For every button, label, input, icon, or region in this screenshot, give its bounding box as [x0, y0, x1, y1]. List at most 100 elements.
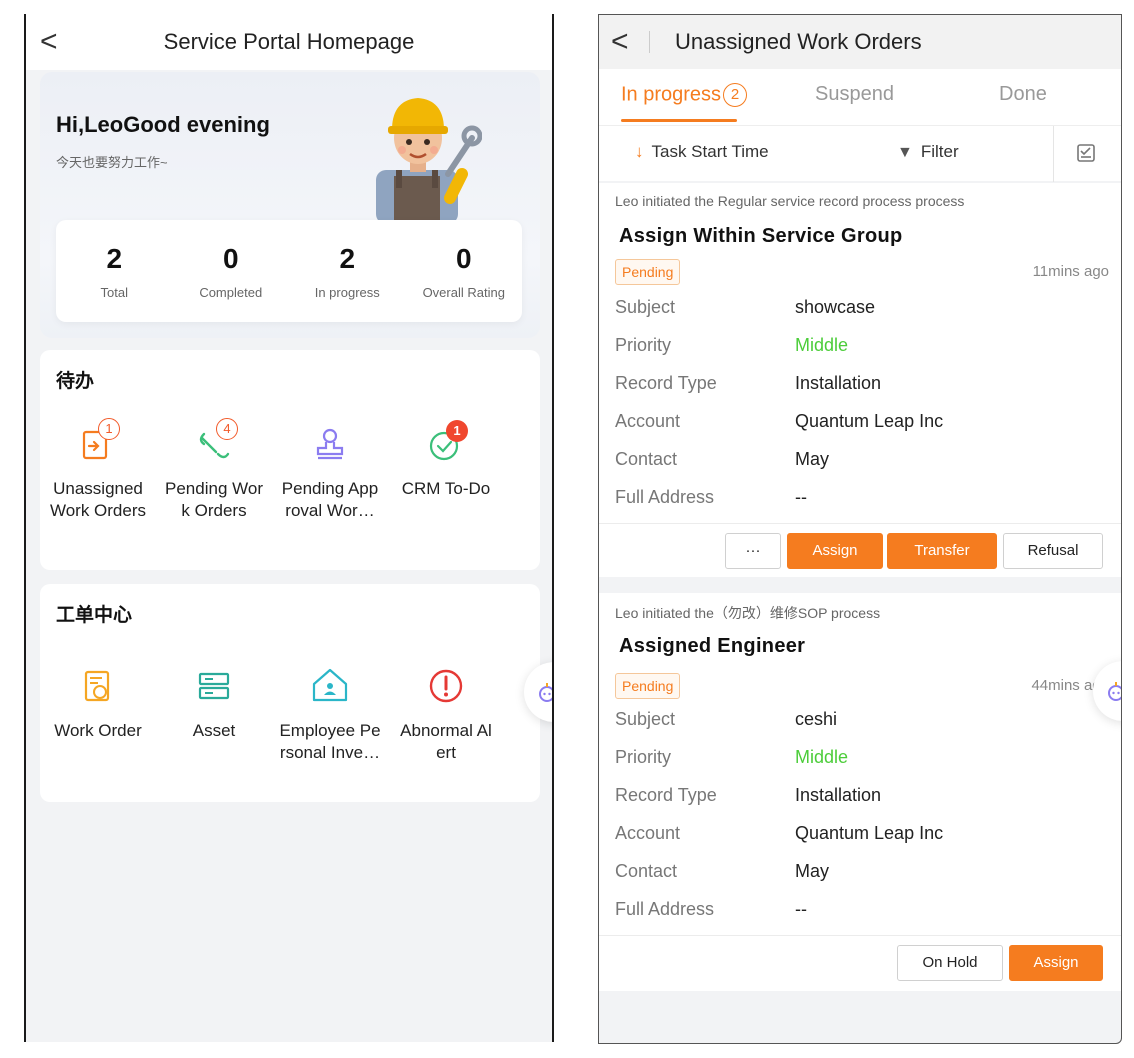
tab-count-badge: 2: [723, 83, 748, 107]
field-label-account: Account: [615, 411, 681, 431]
sort-label: Task Start Time: [651, 142, 769, 161]
stat-label: In progress: [314, 284, 380, 300]
back-button[interactable]: <: [611, 27, 629, 57]
field-label-account: Account: [615, 823, 681, 843]
count-badge: 4: [216, 418, 238, 440]
center-employee-personal-inventory[interactable]: Employee Pe rsonal Inve…: [272, 666, 388, 764]
header-divider: [649, 31, 650, 53]
assign-button[interactable]: Assign: [787, 533, 883, 569]
sort-button[interactable]: ↓ Task Start Time: [635, 142, 769, 162]
alert-icon: [426, 666, 466, 706]
field-label-record-type: Record Type: [615, 785, 717, 805]
active-tab-indicator: [621, 119, 737, 122]
initiator-text: Leo initiated the Regular service record…: [615, 193, 965, 209]
work-order-icon: [78, 666, 118, 706]
field-value-contact: May: [795, 449, 830, 469]
item-label-line2: k Orders: [181, 501, 247, 520]
sort-filter-bar: ↓ Task Start Time ▼ Filter: [599, 125, 1121, 182]
on-hold-button[interactable]: On Hold: [897, 945, 1003, 981]
sort-arrow-icon: ↓: [635, 142, 644, 161]
page-title: Unassigned Work Orders: [675, 29, 922, 54]
field-label-subject: Subject: [615, 297, 676, 317]
center-asset[interactable]: Asset: [156, 666, 272, 764]
stat-value: 0: [455, 242, 472, 274]
transfer-button[interactable]: Transfer: [887, 533, 997, 569]
work-order-card[interactable]: Leo initiated the Regular service record…: [599, 183, 1121, 577]
item-label-line1: Unassigned: [53, 479, 143, 498]
todo-pending-approval[interactable]: Pending App roval Wor…: [272, 424, 388, 522]
field-label-full-address: Full Address: [615, 899, 715, 919]
field-value-contact: May: [795, 861, 830, 881]
tab-label: In progress: [621, 83, 722, 106]
wrench-icon: 4: [194, 418, 238, 464]
field-value-record-type: Installation: [795, 785, 882, 805]
status-badge: Pending: [615, 673, 681, 699]
filter-button[interactable]: ▼ Filter: [897, 142, 959, 162]
filter-label: Filter: [920, 142, 959, 161]
greeting-text: Hi,LeoGood evening: [56, 112, 270, 137]
initiator-text: Leo initiated the（勿改）维修SOP process: [615, 605, 881, 621]
item-label-line1: Pending App: [281, 479, 379, 498]
unassigned-work-orders-screen: < Unassigned Work Orders In progress 2 Su…: [598, 14, 1122, 1044]
todo-crm-to-do[interactable]: 1 CRM To-Do: [388, 420, 504, 522]
transfer-doc-icon: 1: [78, 418, 120, 464]
header-bar: < Unassigned Work Orders: [599, 15, 1121, 69]
field-value-full-address: --: [795, 899, 807, 919]
stats-panel: 2 Total 0 Completed 2 In progress 0 Over…: [56, 220, 522, 322]
status-tabs: In progress 2 Suspend Done: [599, 69, 1121, 125]
time-ago: 11mins ago: [1032, 263, 1109, 280]
more-button[interactable]: ···: [725, 533, 781, 569]
count-badge: 1: [446, 420, 468, 442]
worker-illustration: [376, 98, 482, 224]
stat-label: Completed: [199, 284, 263, 300]
item-label-line2: roval Wor…: [285, 501, 375, 520]
todo-section: 待办 1 Unassigned Work Orders 4 Pending Wo…: [40, 350, 540, 570]
order-title: Assign Within Service Group: [619, 225, 903, 247]
refusal-button[interactable]: Refusal: [1003, 533, 1103, 569]
assign-button[interactable]: Assign: [1009, 945, 1103, 981]
section-title: 工单中心: [56, 605, 133, 626]
stat-value: 0: [222, 242, 239, 274]
stat-value: 2: [106, 242, 123, 274]
sortbar-divider: [1053, 126, 1054, 182]
todo-pending-work-orders[interactable]: 4 Pending Wor k Orders: [156, 418, 272, 522]
field-value-account: Quantum Leap Inc: [795, 411, 944, 431]
field-label-contact: Contact: [615, 861, 678, 881]
item-label-line1: Abnormal Al: [400, 721, 492, 740]
field-label-priority: Priority: [615, 335, 672, 355]
item-label-line2: rsonal Inve…: [279, 743, 381, 762]
stat-completed: 0 Completed: [173, 243, 289, 300]
field-label-record-type: Record Type: [615, 373, 717, 393]
field-value-full-address: --: [795, 487, 807, 507]
back-button[interactable]: <: [40, 27, 58, 57]
greeting-subtitle: 今天也要努力工作~: [56, 155, 168, 170]
work-order-card[interactable]: Leo initiated the（勿改）维修SOP process Assig…: [599, 593, 1121, 991]
stat-overall-rating: 0 Overall Rating: [406, 243, 522, 300]
batch-select-icon[interactable]: [1075, 142, 1097, 164]
stamp-icon: [310, 424, 350, 464]
tab-suspend[interactable]: Suspend: [815, 83, 894, 106]
assistant-icon: [1108, 682, 1121, 701]
section-title: 待办: [56, 371, 95, 392]
tab-done[interactable]: Done: [999, 83, 1047, 106]
todo-unassigned-work-orders[interactable]: 1 Unassigned Work Orders: [40, 418, 156, 522]
item-label-line1: Work Order: [54, 721, 142, 740]
stat-label: Overall Rating: [422, 284, 505, 300]
item-label-line2: Work Orders: [49, 501, 147, 520]
order-title: Assigned Engineer: [619, 635, 806, 657]
tab-in-progress[interactable]: In progress 2: [621, 83, 748, 107]
field-value-priority: Middle: [795, 335, 849, 355]
page-title: Service Portal Homepage: [163, 29, 415, 54]
field-value-subject: showcase: [795, 297, 876, 317]
check-circle-icon: 1: [426, 420, 468, 464]
center-abnormal-alert[interactable]: Abnormal Al ert: [388, 666, 504, 764]
stat-label: Total: [100, 284, 128, 300]
field-label-full-address: Full Address: [615, 487, 715, 507]
center-grid: Work Order Asset Employee Pe rsonal Inve…: [40, 666, 540, 764]
item-label-line1: Asset: [192, 721, 236, 740]
card-divider: [599, 935, 1121, 936]
stat-total: 2 Total: [56, 243, 172, 300]
center-work-order[interactable]: Work Order: [40, 666, 156, 764]
card-divider: [599, 523, 1121, 524]
filter-icon: ▼: [897, 144, 913, 161]
